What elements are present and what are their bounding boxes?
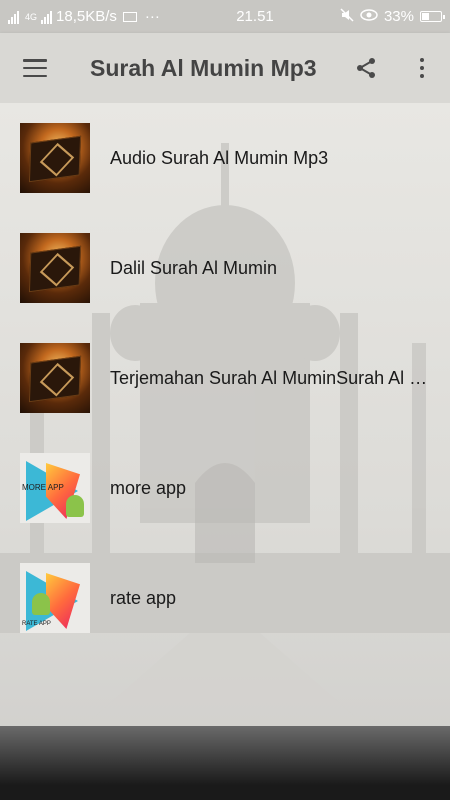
quran-image xyxy=(20,123,90,193)
list-item-more-app[interactable]: MORE APP more app xyxy=(0,433,450,543)
status-bar: 4G 18,5KB/s ··· 21.51 33% xyxy=(0,0,450,33)
quran-image xyxy=(20,233,90,303)
signal-icon-2 xyxy=(41,10,53,24)
app-title: Surah Al Mumin Mp3 xyxy=(90,54,317,81)
mail-icon xyxy=(122,11,137,22)
share-icon[interactable] xyxy=(338,40,394,96)
app-bar: Surah Al Mumin Mp3 xyxy=(0,33,450,103)
quran-image xyxy=(20,343,90,413)
list-item-label: Dalil Surah Al Mumin xyxy=(110,257,278,278)
battery-icon xyxy=(420,11,445,22)
status-left: 4G 18,5KB/s ··· xyxy=(8,8,160,25)
hamburger-menu-icon[interactable] xyxy=(7,40,63,96)
list-item-audio[interactable]: Audio Surah Al Mumin Mp3 xyxy=(0,103,450,213)
mute-icon xyxy=(340,7,354,26)
eye-icon xyxy=(360,8,378,25)
list-item-dalil[interactable]: Dalil Surah Al Mumin xyxy=(0,213,450,323)
network-type: 4G xyxy=(25,11,38,22)
clock: 21.51 xyxy=(236,8,274,25)
battery-percent: 33% xyxy=(383,8,414,25)
network-speed: 18,5KB/s xyxy=(56,8,117,25)
play-store-more-app-image: MORE APP xyxy=(20,453,90,523)
signal-icon xyxy=(8,10,19,24)
list-item-label: Audio Surah Al Mumin Mp3 xyxy=(110,147,329,168)
more-notifications-icon: ··· xyxy=(144,8,160,25)
menu-list: Audio Surah Al Mumin Mp3 Dalil Surah Al … xyxy=(0,103,450,653)
bottom-bar xyxy=(0,726,450,800)
list-item-label: more app xyxy=(110,477,187,498)
status-right: 33% xyxy=(340,7,445,26)
list-item-rate-app[interactable]: RATE APP rate app xyxy=(0,543,450,653)
more-vert-icon[interactable] xyxy=(394,40,450,96)
list-item-label: rate app xyxy=(110,587,177,608)
list-item-terjemahan[interactable]: Terjemahan Surah Al MuminSurah Al Mumin xyxy=(0,323,450,433)
play-store-rate-app-image: RATE APP xyxy=(20,563,90,633)
list-item-label: Terjemahan Surah Al MuminSurah Al Mumin xyxy=(110,367,434,388)
